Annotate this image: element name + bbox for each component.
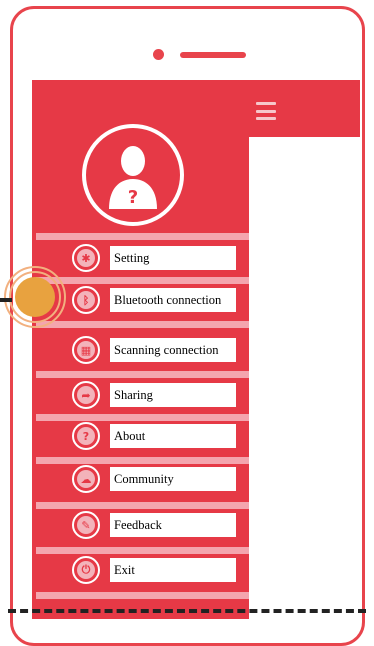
app-screen: ? ✱ Setting ᛒ Bluetooth connection ▦ Sca…	[32, 80, 360, 619]
menu-item-label: Sharing	[110, 383, 236, 407]
dashed-cut-line	[8, 609, 366, 613]
question-icon: ?	[72, 422, 100, 450]
menu-item-sharing[interactable]: ➦ Sharing	[72, 375, 249, 415]
exit-icon: ⏻	[72, 556, 100, 584]
gear-icon: ✱	[72, 244, 100, 272]
feedback-icon: ✎	[72, 511, 100, 539]
menu-item-label: Community	[110, 467, 236, 491]
bluetooth-icon: ᛒ	[72, 286, 100, 314]
user-question-icon[interactable]: ?	[82, 124, 184, 226]
hamburger-icon[interactable]	[256, 102, 276, 120]
share-icon: ➦	[72, 381, 100, 409]
qr-scan-icon: ▦	[72, 336, 100, 364]
menu-item-feedback[interactable]: ✎ Feedback	[72, 505, 249, 545]
touch-indicator-line	[0, 298, 12, 302]
main-content-panel	[249, 137, 360, 619]
menu-item-setting[interactable]: ✱ Setting	[72, 238, 249, 278]
svg-text:?: ?	[128, 187, 138, 208]
menu-item-about[interactable]: ? About	[72, 416, 249, 456]
menu-item-label: Bluetooth connection	[110, 288, 236, 312]
menu-item-bluetooth-connection[interactable]: ᛒ Bluetooth connection	[72, 280, 249, 320]
menu-item-label: Scanning connection	[110, 338, 236, 362]
camera-dot	[153, 49, 164, 60]
menu-item-scanning-connection[interactable]: ▦ Scanning connection	[72, 330, 249, 370]
menu-item-label: About	[110, 424, 236, 448]
menu-divider	[36, 592, 249, 599]
menu-item-label: Setting	[110, 246, 236, 270]
menu-item-label: Feedback	[110, 513, 236, 537]
menu-item-community[interactable]: ☁ Community	[72, 459, 249, 499]
community-icon: ☁	[72, 465, 100, 493]
speaker-bar	[180, 52, 246, 58]
touch-indicator-dot	[15, 277, 55, 317]
menu-item-exit[interactable]: ⏻ Exit	[72, 550, 249, 590]
menu-item-label: Exit	[110, 558, 236, 582]
menu-divider	[36, 321, 249, 328]
